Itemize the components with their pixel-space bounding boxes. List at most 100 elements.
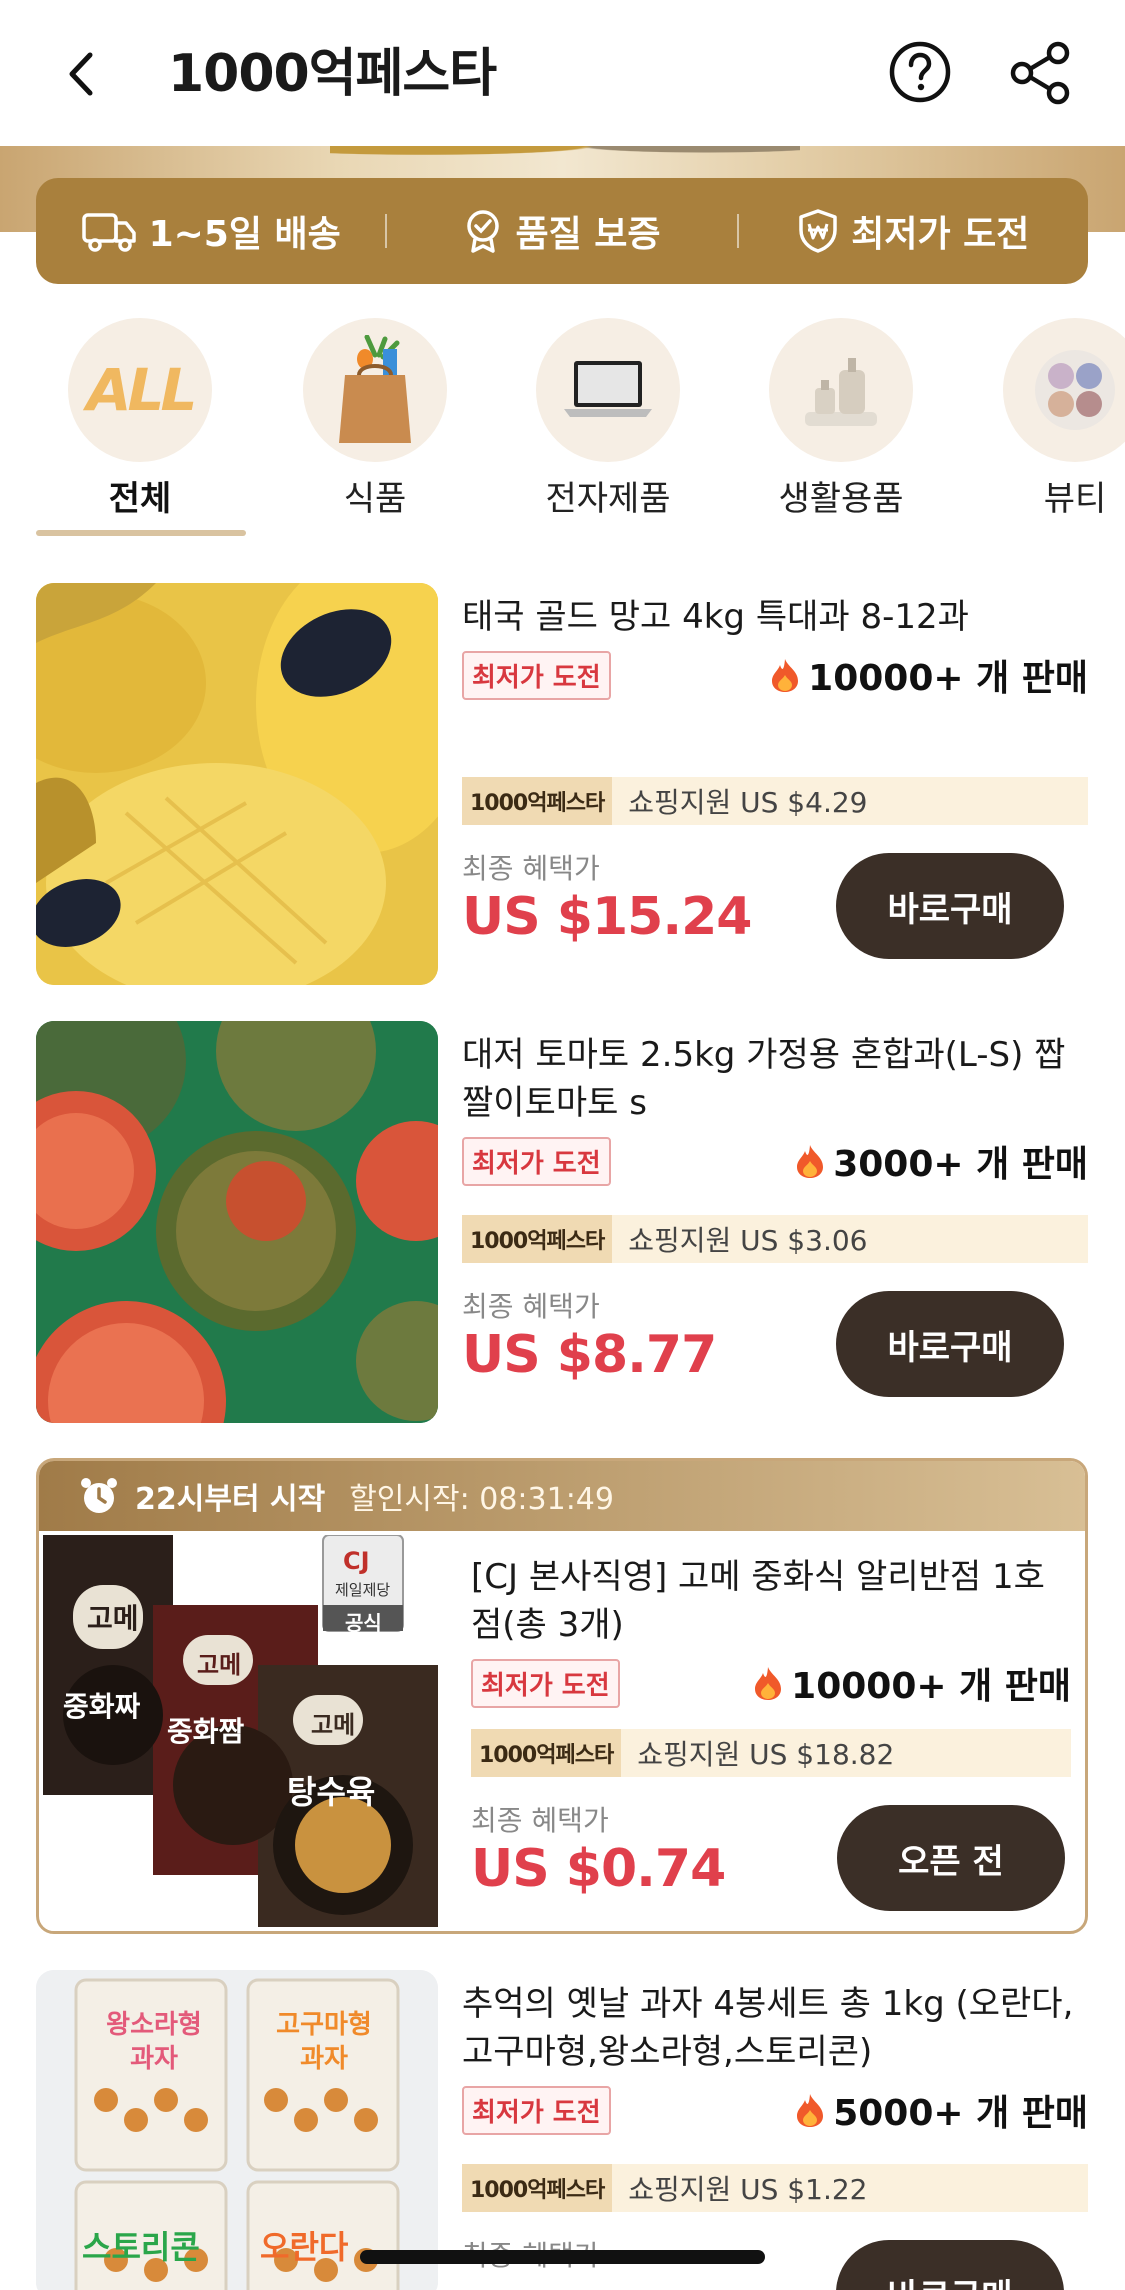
package-text: 스토리콘 — [82, 2228, 200, 2266]
sale-start-banner: 22시부터 시작 할인시작: 08:31:49 — [39, 1461, 1085, 1531]
package-text: 고구마형 과자 — [276, 2010, 372, 2074]
lowest-price-badge: 최저가 도전 — [462, 1136, 611, 1186]
festa-tag: 1000억페스타 — [462, 777, 613, 825]
top-bar: 1000억페스타 — [0, 0, 1125, 146]
benefit-lowest-price: 최저가 도전 — [739, 205, 1088, 257]
fire-icon — [797, 1145, 824, 1178]
category-tabs: ALL 전체 식품 전자제품 생활용품 뷰티 — [0, 318, 1125, 538]
benefit-delivery: 1~5일 배송 — [36, 205, 385, 257]
product-image-mango[interactable] — [36, 583, 438, 985]
fire-icon — [772, 659, 799, 692]
category-label: 식품 — [343, 479, 407, 519]
back-button[interactable] — [56, 44, 106, 104]
package-text: 중화짬 — [167, 1715, 245, 1748]
festa-tag: 1000억페스타 — [471, 1729, 622, 1777]
product-image-snacks[interactable]: 왕소라형 과자 고구마형 과자 스토리콘 오란다 — [36, 1970, 438, 2290]
page-title: 1000억페스타 — [168, 44, 497, 104]
product-info: 추억의 옛날 과자 4봉세트 총 1kg (오란다, 고구마형,왕소라형,스토리… — [462, 1970, 1088, 2274]
sold-count: 3000+ 개 판매 — [795, 1135, 1088, 1187]
sold-count: 10000+ 개 판매 — [753, 1657, 1071, 1709]
benefit-label: 1~5일 배송 — [148, 214, 341, 255]
package-text: 오란다 — [260, 2228, 349, 2266]
sold-count-text: 10000+ 개 판매 — [791, 1666, 1071, 1707]
product-card[interactable]: 태국 골드 망고 4kg 특대과 8-12과 최저가 도전 10000+ 개 판… — [36, 583, 1088, 985]
product-meta-row: 최저가 도전 5000+ 개 판매 — [462, 2084, 1088, 2136]
product-card-upcoming[interactable]: 22시부터 시작 할인시작: 08:31:49 고메 중화짜 고메 중화짬 고메… — [36, 1458, 1088, 1934]
benefit-bar: 1~5일 배송 품질 보증 최저가 도전 — [36, 178, 1088, 284]
bottles-icon — [769, 318, 913, 462]
official-company: 제일제당 — [335, 1581, 391, 1599]
festa-tag: 1000억페스타 — [462, 1215, 613, 1263]
package-text: 고메 — [197, 1651, 242, 1679]
start-time-label: 22시부터 시작 — [135, 1482, 326, 1517]
sold-count: 5000+ 개 판매 — [795, 2084, 1088, 2136]
shopping-support: 1000억페스타 쇼핑지원 US $4.29 — [462, 777, 1088, 825]
shield-won-icon — [799, 209, 837, 253]
fire-icon — [797, 2094, 824, 2127]
support-amount: 쇼핑지원 US $18.82 — [637, 1738, 895, 1771]
product-name[interactable]: [CJ 본사직영] 고메 중화식 알리반점 1호점(총 3개) — [471, 1553, 1071, 1649]
lowest-price-badge: 최저가 도전 — [462, 2085, 611, 2135]
support-amount: 쇼핑지원 US $1.22 — [628, 2173, 868, 2206]
category-label: 생활용품 — [778, 479, 904, 519]
lowest-price-badge: 최저가 도전 — [462, 650, 611, 700]
category-tab-beauty[interactable]: 뷰티 — [975, 318, 1125, 524]
eyeshadow-palette-icon — [1003, 318, 1125, 462]
sold-count-text: 10000+ 개 판매 — [808, 658, 1088, 699]
all-icon-text: ALL — [86, 356, 198, 424]
product-meta-row: 최저가 도전 3000+ 개 판매 — [462, 1135, 1088, 1187]
official-brand: CJ — [343, 1547, 370, 1575]
help-button[interactable] — [888, 40, 952, 104]
sold-count-text: 5000+ 개 판매 — [833, 2093, 1088, 2134]
support-amount: 쇼핑지원 US $3.06 — [628, 1224, 868, 1257]
product-name[interactable]: 대저 토마토 2.5kg 가정용 혼합과(L-S) 짭짤이토마토 s — [462, 1031, 1088, 1127]
category-label: 전자제품 — [545, 479, 671, 519]
product-card[interactable]: 왕소라형 과자 고구마형 과자 스토리콘 오란다 추억의 옛날 과자 4봉세트 … — [36, 1970, 1088, 2290]
package-text: 고메 — [311, 1711, 356, 1739]
sold-count-text: 3000+ 개 판매 — [833, 1144, 1088, 1185]
category-label: 전체 — [108, 479, 172, 519]
chevron-left-icon — [69, 52, 93, 96]
category-label: 뷰티 — [1043, 479, 1107, 519]
category-tab-household[interactable]: 생활용품 — [741, 318, 941, 524]
benefit-label: 최저가 도전 — [851, 214, 1030, 255]
open-soon-button[interactable]: 오픈 전 — [837, 1805, 1065, 1911]
product-image-tomato[interactable] — [36, 1021, 438, 1423]
benefit-quality: 품질 보증 — [387, 205, 736, 257]
truck-icon — [81, 213, 136, 252]
question-icon — [889, 41, 951, 103]
sold-count: 10000+ 개 판매 — [770, 649, 1088, 701]
product-name[interactable]: 추억의 옛날 과자 4봉세트 총 1kg (오란다, 고구마형,왕소라형,스토리… — [462, 1980, 1088, 2076]
product-image-cj-gourmet[interactable]: 고메 중화짜 고메 중화짬 고메 탕수육 CJ 제일제당 공식 — [43, 1534, 445, 1931]
shopping-support: 1000억페스타 쇼핑지원 US $3.06 — [462, 1215, 1088, 1263]
official-badge: 공식 — [345, 1611, 382, 1635]
package-text: 탕수육 — [287, 1773, 376, 1811]
product-card[interactable]: 대저 토마토 2.5kg 가정용 혼합과(L-S) 짭짤이토마토 s 최저가 도… — [36, 1021, 1088, 1423]
product-meta-row: 최저가 도전 10000+ 개 판매 — [462, 649, 1088, 701]
buy-now-button[interactable]: 바로구매 — [836, 2240, 1064, 2290]
active-tab-indicator — [36, 530, 246, 536]
quality-badge-icon — [467, 210, 500, 253]
package-text: 고메 — [87, 1602, 139, 1635]
fire-icon — [755, 1667, 782, 1700]
grocery-bag-icon — [303, 318, 447, 462]
product-name[interactable]: 태국 골드 망고 4kg 특대과 8-12과 — [462, 593, 1088, 641]
package-text: 중화짜 — [63, 1690, 141, 1723]
festa-tag: 1000억페스타 — [462, 2164, 613, 2212]
all-icon: ALL — [68, 318, 212, 462]
countdown-timer: 할인시작: 08:31:49 — [349, 1482, 614, 1517]
shopping-support: 1000억페스타 쇼핑지원 US $18.82 — [471, 1729, 1071, 1777]
alarm-clock-icon — [81, 1478, 117, 1513]
buy-now-button[interactable]: 바로구매 — [836, 853, 1064, 959]
category-tab-food[interactable]: 식품 — [275, 318, 475, 524]
lowest-price-badge: 최저가 도전 — [471, 1658, 620, 1708]
category-tab-electronics[interactable]: 전자제품 — [508, 318, 708, 524]
buy-now-button[interactable]: 바로구매 — [836, 1291, 1064, 1397]
product-meta-row: 최저가 도전 10000+ 개 판매 — [471, 1657, 1071, 1709]
category-tab-all[interactable]: ALL 전체 — [40, 318, 240, 524]
banner-decoration — [330, 146, 800, 166]
laptop-icon — [536, 318, 680, 462]
share-button[interactable] — [1008, 40, 1074, 106]
benefit-label: 품질 보증 — [515, 214, 661, 255]
home-indicator[interactable] — [360, 2250, 765, 2264]
